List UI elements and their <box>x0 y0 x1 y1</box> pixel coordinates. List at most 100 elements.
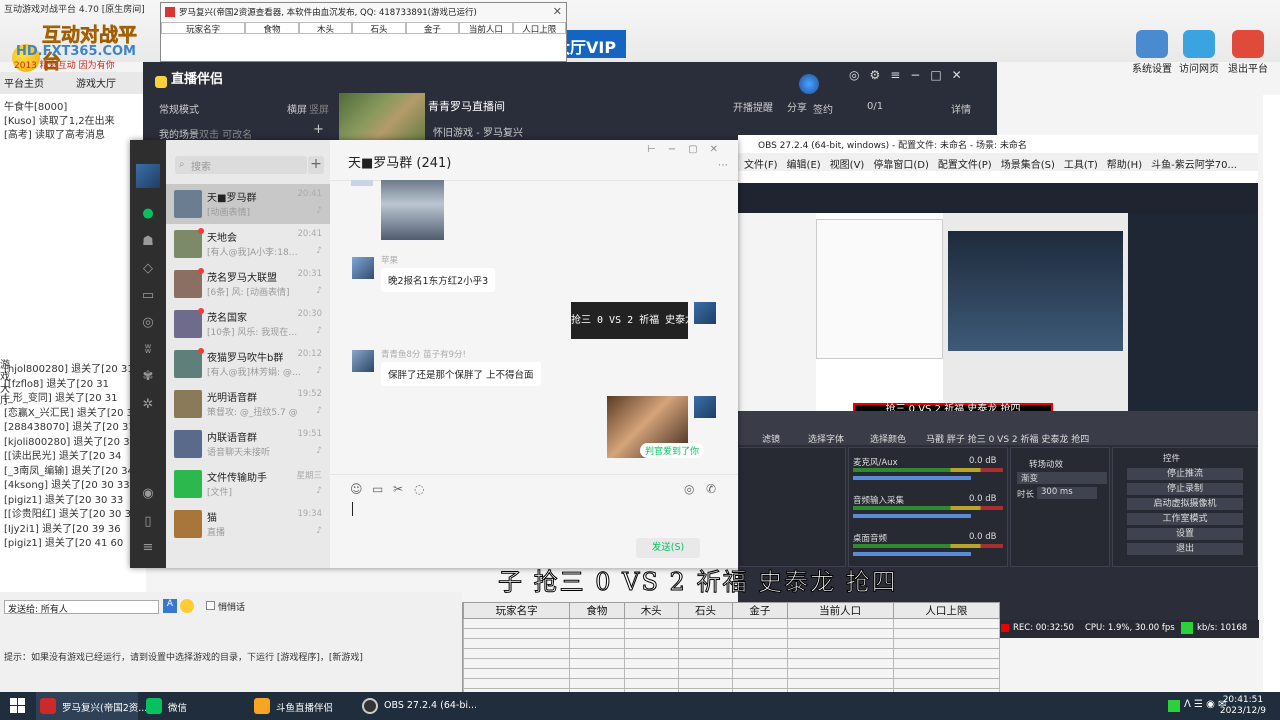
task-obs[interactable]: OBS 27.2.4 (64-bi... <box>358 692 477 720</box>
private-checkbox[interactable] <box>206 601 215 610</box>
obs-menu-item[interactable]: 文件(F) <box>744 156 778 171</box>
conversation-item[interactable]: 天地会 20:41 [有人@我]A小李:1826727... ♪ <box>166 224 330 264</box>
column-header[interactable]: 人口上限 <box>892 602 1001 619</box>
obs-menu-item[interactable]: 工具(T) <box>1064 156 1098 171</box>
conversation-item[interactable]: 茂名罗马大联盟 20:31 [6条] 风: [动画表情] ♪ <box>166 264 330 304</box>
column-header[interactable]: 当前人口 <box>786 602 894 619</box>
obs-control-button[interactable]: 退出 <box>1127 543 1243 555</box>
add-button[interactable]: + <box>308 156 324 174</box>
chat-icon[interactable]: ● <box>140 206 156 222</box>
window-controls[interactable]: ⊢−▢✕ <box>647 144 730 155</box>
send-button[interactable]: 发送(S) <box>636 538 700 558</box>
obs-control-button[interactable]: 停止录制 <box>1127 483 1243 495</box>
send-to-select[interactable]: 发送给: 所有人 <box>4 600 159 615</box>
obs-preview[interactable]: 抢三 0 VS 2 祈福 史泰龙 抢四 <box>738 171 1258 417</box>
start-icon[interactable] <box>10 698 26 714</box>
task-rome-viewer[interactable]: 罗马复兴(帝国2资... <box>36 692 147 720</box>
conversation-item[interactable]: 夜猫罗马吹牛b群 20:12 [有人@我]林芳娟: @茶... ♪ <box>166 344 330 384</box>
exit-platform-button[interactable]: 退出平台 <box>1226 30 1270 75</box>
image-message-sent[interactable]: 抢三 0 VS 2 祈福 史泰龙 <box>571 302 688 339</box>
task-wechat[interactable]: 微信 <box>142 692 244 720</box>
choose-color-button[interactable]: 选择颜色 <box>870 432 906 445</box>
folder-icon[interactable]: ▭ <box>372 482 383 496</box>
tab-lobby[interactable]: 游戏大厅 <box>76 75 116 91</box>
system-settings-button[interactable]: 系统设置 <box>1130 30 1174 75</box>
conversation-item[interactable]: 内联语音群 19:51 语音聊天未接听 ♪ <box>166 424 330 464</box>
apps-icon[interactable]: ✲ <box>140 397 156 413</box>
contacts-icon[interactable]: ☗ <box>140 234 156 250</box>
moments-icon[interactable]: ◎ <box>140 315 156 331</box>
column-header[interactable]: 石头 <box>677 602 734 619</box>
conversation-preview: 语音聊天未接听 <box>207 448 271 458</box>
mode-select[interactable]: 常规模式 <box>159 101 199 116</box>
layout-horizontal[interactable]: 横屏 <box>287 101 307 116</box>
column-header[interactable]: 木头 <box>623 602 679 619</box>
obs-control-button[interactable]: 设置 <box>1127 528 1243 540</box>
sign-in-button[interactable]: 签约 <box>813 101 833 116</box>
menu-icon[interactable]: ≡ <box>140 540 156 556</box>
conversation-item[interactable]: 文件传输助手 星期三 [文件] ♪ <box>166 464 330 504</box>
details-button[interactable]: 详情 <box>951 101 971 116</box>
volume-slider[interactable] <box>853 476 971 480</box>
obs-control-button[interactable]: 工作室模式 <box>1127 513 1243 525</box>
live-icon[interactable]: ◎ <box>684 482 694 496</box>
open-live-reminder[interactable]: 开播提醒 <box>733 99 773 114</box>
task-douyu[interactable]: 斗鱼直播伴侣 <box>250 692 352 720</box>
message-input[interactable] <box>330 496 738 536</box>
zhibo-companion-window: 直播伴侣 常规模式 横屏 竖屏 我的场景 双击 可改名 + 青青罗马直播间 怀旧… <box>143 62 997 146</box>
share-button[interactable]: 分享 <box>787 99 807 114</box>
obs-menu-item[interactable]: 视图(V) <box>830 156 865 171</box>
globe-icon[interactable] <box>799 74 819 94</box>
channels-icon[interactable]: ʬ <box>140 342 156 358</box>
search-input[interactable]: 搜索 <box>175 156 307 174</box>
emoji-icon[interactable]: ☺ <box>350 482 363 496</box>
visit-web-button[interactable]: 访问网页 <box>1177 30 1221 75</box>
column-header[interactable]: 玩家名字 <box>462 602 571 619</box>
close-icon[interactable]: ✕ <box>553 5 562 18</box>
tray-icon[interactable] <box>1168 700 1180 712</box>
conversation-item[interactable]: 天■罗马群 20:41 [动画表情] ♪ <box>166 184 330 224</box>
chat-history-icon[interactable]: ◌ <box>414 482 424 496</box>
obs-menu-item[interactable]: 停靠窗口(D) <box>873 156 929 171</box>
transition-select[interactable]: 渐变 <box>1017 472 1107 484</box>
image-message[interactable] <box>381 180 444 240</box>
message-bubble[interactable]: 晚2报名1东方红2小乎3 <box>381 268 496 292</box>
duration-input[interactable]: 300 ms <box>1037 487 1097 499</box>
more-icon[interactable]: ⋯ <box>718 160 728 171</box>
emoji-icon[interactable] <box>180 599 194 613</box>
conversation-item[interactable]: 茂名国家 20:30 [10条] 风乐: 我现在国州... ♪ <box>166 304 330 344</box>
conversation-time: 20:41 <box>297 229 323 239</box>
call-icon[interactable]: ✆ <box>706 482 716 496</box>
obs-menu-item[interactable]: 编辑(E) <box>787 156 821 171</box>
message-bubble[interactable]: 保胖了还是那个保胖了 上不得台面 <box>381 362 541 386</box>
volume-slider[interactable] <box>853 514 971 518</box>
obs-control-button[interactable]: 启动虚拟摄像机 <box>1127 498 1243 510</box>
obs-menu-item[interactable]: 场景集合(S) <box>1001 156 1055 171</box>
column-header[interactable]: 食物 <box>569 602 625 619</box>
obs-menu-item[interactable]: 帮助(H) <box>1107 156 1142 171</box>
choose-font-button[interactable]: 选择字体 <box>808 432 844 445</box>
font-a-icon[interactable]: A <box>163 599 177 613</box>
search-mini-icon[interactable]: ✾ <box>140 369 156 385</box>
window-controls[interactable]: ◎⚙≡−□✕ <box>849 68 972 82</box>
obs-menu-item[interactable]: 斗鱼-紫云阿学70... <box>1151 156 1237 171</box>
files-icon[interactable]: ▭ <box>140 288 156 304</box>
scissors-icon[interactable]: ✂ <box>393 482 403 496</box>
column-header[interactable]: 金子 <box>732 602 788 619</box>
obs-control-button[interactable]: 停止推流 <box>1127 468 1243 480</box>
add-scene-icon[interactable]: + <box>313 122 324 137</box>
mini-program-icon[interactable]: ◉ <box>140 486 156 502</box>
layout-vertical[interactable]: 竖屏 <box>309 101 329 116</box>
phone-icon[interactable]: ▯ <box>140 514 156 530</box>
volume-slider[interactable] <box>853 552 971 556</box>
obs-menu-item[interactable]: 配置文件(P) <box>938 156 992 171</box>
conversation-item[interactable]: 猫 19:34 直播 ♪ <box>166 504 330 544</box>
table-cell <box>786 668 894 679</box>
clock[interactable]: 20:41:51 2023/12/9 <box>1220 695 1266 717</box>
favorites-icon[interactable]: ◇ <box>140 261 156 277</box>
filters-button[interactable]: 滤镜 <box>762 432 780 445</box>
user-avatar[interactable] <box>136 164 160 188</box>
tab-home[interactable]: 平台主页 <box>4 75 44 91</box>
conversation-item[interactable]: 光明语音群 19:52 策督攻: @_扭纹5.7 @ ♪ <box>166 384 330 424</box>
conversation-avatar <box>174 190 202 218</box>
